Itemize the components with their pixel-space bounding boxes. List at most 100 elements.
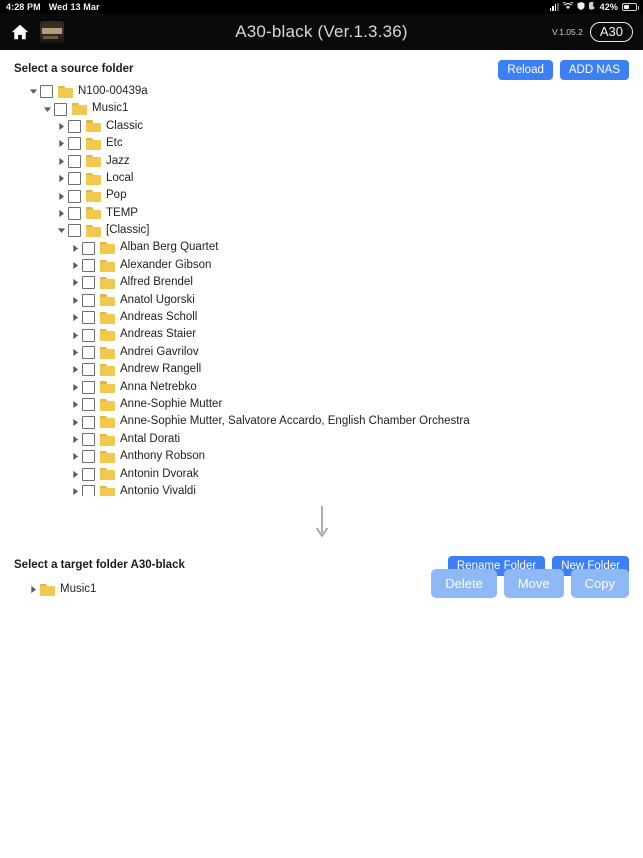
move-button[interactable]: Move <box>503 569 564 599</box>
home-icon[interactable] <box>10 22 30 42</box>
source-tree-viewport[interactable]: N100-00439a Music1 Classic Etc Jazz Local Pop T… <box>14 80 629 496</box>
folder-checkbox[interactable] <box>68 172 81 186</box>
tree-node-label: Classic <box>106 119 144 132</box>
folder-checkbox[interactable] <box>82 485 95 496</box>
chevron-right-icon[interactable] <box>68 278 82 287</box>
tree-node[interactable]: Jazz <box>14 153 629 170</box>
tree-node[interactable]: Local <box>14 170 629 187</box>
source-folder-tree[interactable]: N100-00439a Music1 Classic Etc Jazz Local Pop T… <box>14 83 629 496</box>
source-title: Select a source folder <box>14 63 134 75</box>
chevron-right-icon[interactable] <box>54 174 68 183</box>
chevron-down-icon[interactable] <box>40 105 54 114</box>
tree-node[interactable]: Andreas Scholl <box>14 309 629 326</box>
chevron-right-icon[interactable] <box>54 122 68 131</box>
folder-checkbox[interactable] <box>82 293 95 307</box>
folder-icon <box>86 137 101 150</box>
chevron-right-icon[interactable] <box>68 418 82 427</box>
folder-checkbox[interactable] <box>82 398 95 412</box>
folder-checkbox[interactable] <box>82 259 95 273</box>
folder-checkbox[interactable] <box>82 433 95 446</box>
chevron-right-icon[interactable] <box>68 470 82 479</box>
chevron-down-icon[interactable] <box>54 226 68 235</box>
tree-node[interactable]: Andreas Staier <box>14 326 629 343</box>
tree-node[interactable]: Anne-Sophie Mutter <box>14 396 629 413</box>
folder-checkbox[interactable] <box>68 154 81 168</box>
chevron-right-icon[interactable] <box>54 139 68 148</box>
tree-node[interactable]: Etc <box>14 135 629 152</box>
folder-icon <box>100 398 115 411</box>
tree-node[interactable]: Classic <box>14 118 629 135</box>
tree-node-label: N100-00439a <box>78 84 148 97</box>
chevron-right-icon[interactable] <box>68 296 82 305</box>
chevron-right-icon[interactable] <box>54 157 68 166</box>
chevron-right-icon[interactable] <box>68 331 82 340</box>
folder-checkbox[interactable] <box>82 276 95 290</box>
folder-icon <box>100 294 115 307</box>
chevron-right-icon[interactable] <box>54 192 68 201</box>
folder-checkbox[interactable] <box>68 119 81 133</box>
chevron-right-icon[interactable] <box>68 244 82 253</box>
tree-node[interactable]: [Classic] <box>14 222 629 239</box>
folder-checkbox[interactable] <box>82 241 95 255</box>
tree-node-label: Anne-Sophie Mutter, Salvatore Accardo, E… <box>120 415 470 428</box>
chevron-right-icon[interactable] <box>54 209 68 218</box>
folder-checkbox[interactable] <box>68 189 81 203</box>
tree-node[interactable]: Alexander Gibson <box>14 257 629 274</box>
tree-node[interactable]: N100-00439a <box>14 83 629 100</box>
copy-button[interactable]: Copy <box>570 569 629 599</box>
reload-button[interactable]: Reload <box>498 60 553 80</box>
chevron-right-icon[interactable] <box>68 452 82 461</box>
tree-node[interactable]: Anthony Robson <box>14 448 629 465</box>
delete-button[interactable]: Delete <box>431 569 497 599</box>
folder-checkbox[interactable] <box>82 363 95 377</box>
chevron-right-icon[interactable] <box>68 365 82 374</box>
tree-node[interactable]: Alfred Brendel <box>14 274 629 291</box>
tree-node[interactable]: Anna Netrebko <box>14 379 629 396</box>
tree-node[interactable]: Andrei Gavrilov <box>14 344 629 361</box>
folder-checkbox[interactable] <box>82 450 95 464</box>
folder-checkbox[interactable] <box>54 102 67 116</box>
folder-checkbox[interactable] <box>68 206 81 220</box>
folder-checkbox[interactable] <box>82 346 95 360</box>
chevron-right-icon[interactable] <box>68 400 82 409</box>
tree-node[interactable]: Anatol Ugorski <box>14 292 629 309</box>
chevron-right-icon[interactable] <box>68 313 82 322</box>
folder-checkbox[interactable] <box>68 137 81 151</box>
folder-icon <box>100 485 115 496</box>
chevron-right-icon[interactable] <box>68 383 82 392</box>
tree-node[interactable]: Pop <box>14 187 629 204</box>
tree-node[interactable]: Alban Berg Quartet <box>14 240 629 257</box>
chevron-right-icon[interactable] <box>26 585 40 594</box>
folder-checkbox[interactable] <box>68 224 81 238</box>
folder-icon <box>72 103 87 116</box>
tree-node[interactable]: Music1 <box>14 100 629 117</box>
folder-checkbox[interactable] <box>82 380 95 394</box>
tree-node[interactable]: Anne-Sophie Mutter, Salvatore Accardo, E… <box>14 413 629 430</box>
wifi-icon <box>562 1 573 12</box>
app-thumbnail-icon[interactable] <box>40 21 64 43</box>
chevron-right-icon[interactable] <box>68 348 82 357</box>
folder-checkbox[interactable] <box>82 328 95 342</box>
chevron-right-icon[interactable] <box>68 261 82 270</box>
folder-checkbox[interactable] <box>40 85 53 99</box>
folder-icon <box>100 242 115 255</box>
folder-icon <box>100 311 115 324</box>
folder-icon <box>40 583 55 596</box>
tree-node-label: Music1 <box>92 102 129 115</box>
tree-node[interactable]: Andrew Rangell <box>14 361 629 378</box>
tree-node[interactable]: TEMP <box>14 205 629 222</box>
add-nas-button[interactable]: ADD NAS <box>559 60 629 80</box>
tree-node-label: Anatol Ugorski <box>120 293 195 306</box>
tree-node[interactable]: Antonin Dvorak <box>14 466 629 483</box>
device-badge[interactable]: A30 <box>589 21 633 43</box>
folder-icon <box>100 363 115 376</box>
chevron-right-icon[interactable] <box>68 487 82 496</box>
folder-checkbox[interactable] <box>82 415 95 429</box>
chevron-down-icon[interactable] <box>26 87 40 96</box>
tree-node[interactable]: Antonio Vivaldi <box>14 483 629 496</box>
chevron-right-icon[interactable] <box>68 435 82 444</box>
tree-node[interactable]: Antal Dorati <box>14 431 629 448</box>
tree-node-label: Andrei Gavrilov <box>120 345 199 358</box>
folder-checkbox[interactable] <box>82 311 95 325</box>
folder-checkbox[interactable] <box>82 467 95 481</box>
